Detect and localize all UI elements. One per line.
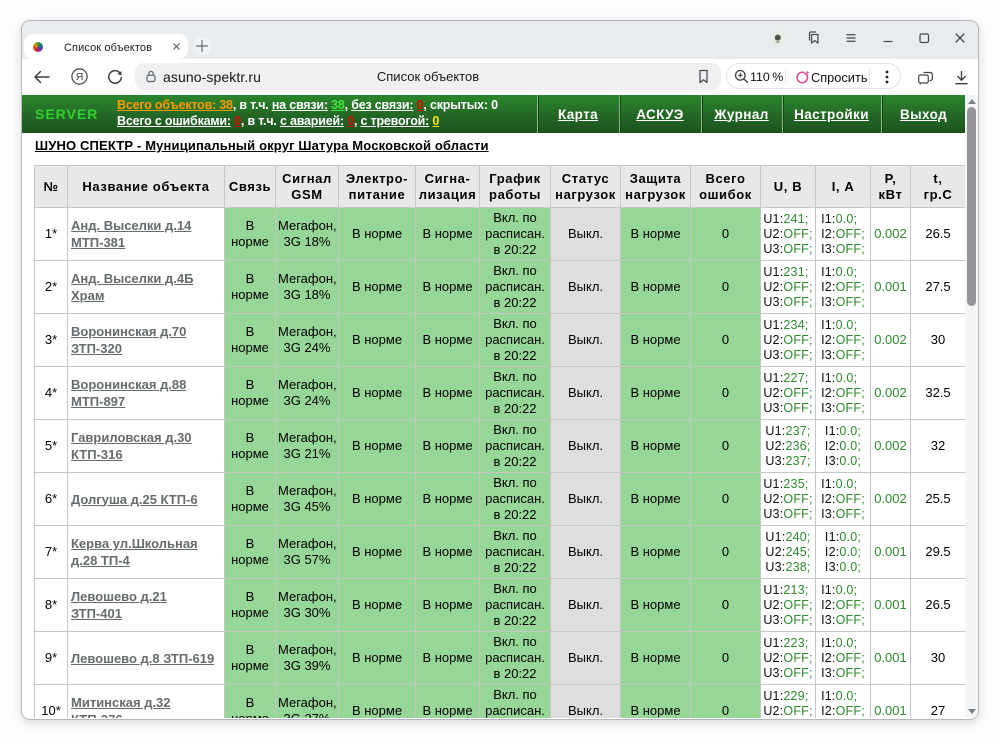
svg-text:Я: Я — [76, 71, 84, 83]
